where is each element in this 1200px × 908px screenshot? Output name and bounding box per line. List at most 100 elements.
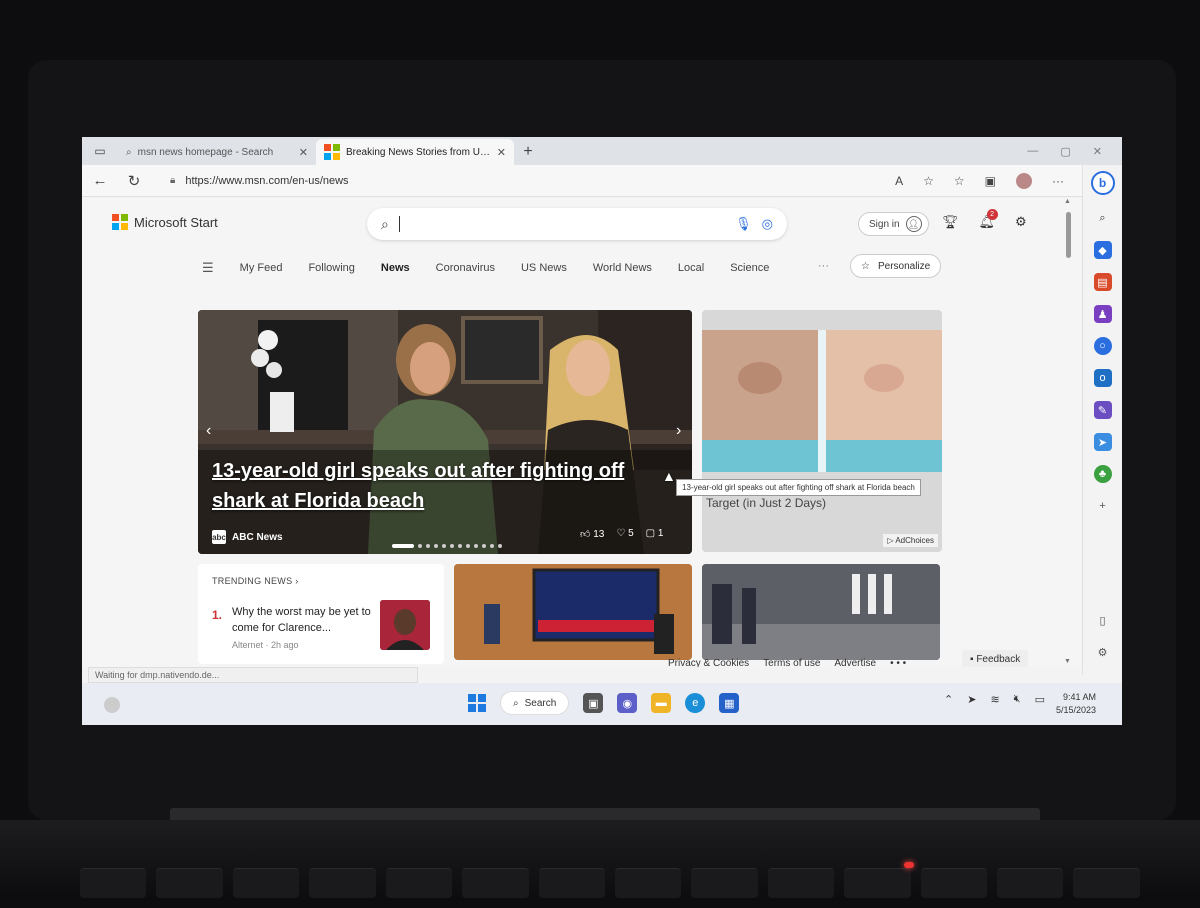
sidebar-settings-icon[interactable]: ⚙ (1094, 643, 1112, 661)
send-icon[interactable]: ➤ (1093, 433, 1112, 451)
taskbar-search[interactable]: ⌕ Search (500, 691, 570, 715)
nav-news[interactable]: News (381, 262, 410, 274)
comments-button[interactable]: ▢ 1 (646, 528, 664, 540)
new-tab-button[interactable]: + (514, 139, 542, 165)
menu-icon[interactable]: ☰ (202, 260, 214, 276)
nav-world-news[interactable]: World News (593, 262, 652, 274)
tab-search[interactable]: ⌕ msn news homepage - Search ✕ (118, 139, 316, 165)
personalize-button[interactable]: ☆ Personalize (850, 254, 942, 278)
file-explorer-icon[interactable]: ▬ (651, 693, 672, 713)
advertise-link[interactable]: Advertise (834, 658, 876, 667)
notifications-bell-icon[interactable]: 🔔︎ 2 (979, 209, 998, 230)
url-field[interactable]: 🔒︎ https://www.msn.com/en-us/news (170, 175, 810, 187)
microsoft-start-logo[interactable]: Microsoft Start (112, 214, 218, 230)
tools-icon[interactable]: ▤ (1093, 273, 1112, 291)
power-led (904, 862, 914, 868)
microphone-icon[interactable]: 🎙︎ (735, 216, 752, 232)
task-view-icon[interactable]: ▣ (583, 693, 604, 713)
address-bar: ← ↻ 🔒︎ https://www.msn.com/en-us/news A … (82, 165, 1082, 197)
nav-more-button[interactable]: ··· (818, 260, 829, 272)
hero-story-card[interactable]: ‹ › 13-year-old girl speaks out after fi… (198, 310, 692, 554)
trending-story-link[interactable]: Why the worst may be yet to come for Cla… (232, 604, 372, 636)
tree-icon[interactable]: ♣ (1093, 465, 1112, 483)
trending-thumbnail[interactable] (380, 600, 430, 650)
sign-in-button[interactable]: Sign in 👤︎ (858, 212, 929, 236)
settings-gear-icon[interactable]: ⚙ (1015, 214, 1027, 230)
shopping-tag-icon[interactable]: ◆ (1093, 241, 1112, 259)
favorites-icon[interactable]: ☆ (954, 174, 965, 188)
minimize-icon[interactable]: — (1027, 145, 1038, 157)
person-icon: 👤︎ (905, 216, 922, 232)
tab-msn-news[interactable]: Breaking News Stories from US a ✕ (316, 139, 514, 165)
header-actions: 🏆︎ 🔔︎ 2 ⚙ (942, 209, 1027, 230)
close-window-icon[interactable]: ✕ (1093, 145, 1102, 158)
widgets-icon[interactable] (104, 697, 120, 713)
teams-chat-icon[interactable]: ◉ (617, 693, 638, 713)
battery-icon[interactable]: ▭ (1035, 693, 1045, 706)
nav-coronavirus[interactable]: Coronavirus (436, 262, 495, 274)
lock-icon[interactable]: 🔒︎ (170, 175, 175, 186)
wifi-icon[interactable]: ≋ (990, 693, 999, 706)
comment-icon: ▢ (645, 528, 656, 539)
tab-title: Breaking News Stories from US a (346, 146, 491, 158)
back-icon[interactable]: ← (92, 172, 108, 189)
nav-local[interactable]: Local (678, 262, 704, 274)
trending-meta: Alternet · 2h ago (232, 640, 299, 650)
more-icon[interactable]: ··· (1052, 174, 1064, 188)
news-card-gallery[interactable] (702, 564, 940, 660)
category-nav: ☰ My Feed Following News Coronavirus US … (202, 260, 769, 276)
nav-science[interactable]: Science (730, 262, 769, 274)
refresh-icon[interactable]: ↻ (126, 172, 142, 190)
start-windows-icon[interactable] (468, 694, 486, 712)
collections-icon[interactable]: ▣ (985, 174, 996, 188)
store-icon[interactable]: ▦ (719, 693, 740, 713)
nav-following[interactable]: Following (308, 262, 354, 274)
search-input[interactable] (398, 216, 726, 232)
nav-us-news[interactable]: US News (521, 262, 567, 274)
trending-title[interactable]: TRENDING NEWS › (212, 576, 430, 586)
rewards-trophy-icon[interactable]: 🏆︎ (942, 214, 959, 230)
hero-source[interactable]: abc ABC News (212, 530, 283, 544)
hero-headline[interactable]: 13-year-old girl speaks out after fighti… (212, 456, 682, 516)
news-card-tv-studio[interactable] (454, 564, 692, 660)
volume-muted-icon[interactable]: 🔇︎ (1014, 693, 1021, 706)
maximize-icon[interactable]: ▢ (1060, 145, 1070, 158)
edge-browser-icon[interactable]: e (685, 693, 706, 713)
ad-card[interactable]: Target (in Just 2 Days) ▷ AdChoices (702, 310, 942, 552)
carousel-pager[interactable] (392, 544, 502, 548)
privacy-link[interactable]: Privacy & Cookies (668, 658, 749, 667)
games-icon[interactable]: ♟ (1093, 305, 1112, 323)
previous-arrow-icon[interactable]: ‹ (206, 422, 211, 440)
scroll-down-icon[interactable]: ▼ (1064, 658, 1071, 665)
chevron-up-icon[interactable]: ⌃ (944, 693, 953, 706)
visual-search-icon[interactable]: ◎ (762, 216, 773, 232)
sidebar-search-icon[interactable]: ⌕ (1094, 209, 1112, 227)
location-icon[interactable]: ➤ (967, 693, 976, 706)
tab-actions-icon[interactable]: ▭ (82, 137, 118, 165)
feedback-button[interactable]: ▪ Feedback (962, 650, 1029, 667)
adchoices-link[interactable]: ▷ AdChoices (883, 534, 938, 547)
like-button[interactable]: 👍︎ 13 (580, 528, 604, 540)
reactions-button[interactable]: ♡ 5 (616, 528, 633, 540)
nav-my-feed[interactable]: My Feed (240, 262, 283, 274)
split-screen-icon[interactable]: ▯ (1094, 611, 1112, 629)
outlook-icon[interactable]: o (1093, 369, 1112, 387)
microsoft-365-icon[interactable]: ○ (1093, 337, 1112, 355)
close-icon[interactable]: ✕ (299, 146, 308, 159)
bing-icon[interactable]: b (1090, 171, 1115, 195)
read-aloud-icon[interactable]: A (895, 174, 903, 188)
microsoft-logo-icon (112, 214, 128, 230)
profile-avatar[interactable] (1016, 172, 1032, 189)
designer-icon[interactable]: ✎ (1093, 401, 1112, 419)
scroll-thumb[interactable] (1066, 212, 1071, 258)
footer-more-button[interactable]: • • • (890, 658, 906, 667)
scroll-up-icon[interactable]: ▲ (1064, 198, 1071, 205)
next-arrow-icon[interactable]: › (676, 422, 681, 440)
close-icon[interactable]: ✕ (497, 146, 506, 159)
page-scrollbar[interactable]: ▲ ▼ (1064, 198, 1074, 667)
address-bar-actions: A ☆ ☆ ▣ ··· (895, 172, 1072, 189)
taskbar-clock[interactable]: 9:41 AM 5/15/2023 (1056, 691, 1096, 717)
add-icon[interactable]: + (1094, 497, 1112, 515)
terms-link[interactable]: Terms of use (763, 658, 820, 667)
add-favorite-icon[interactable]: ☆ (923, 174, 934, 188)
